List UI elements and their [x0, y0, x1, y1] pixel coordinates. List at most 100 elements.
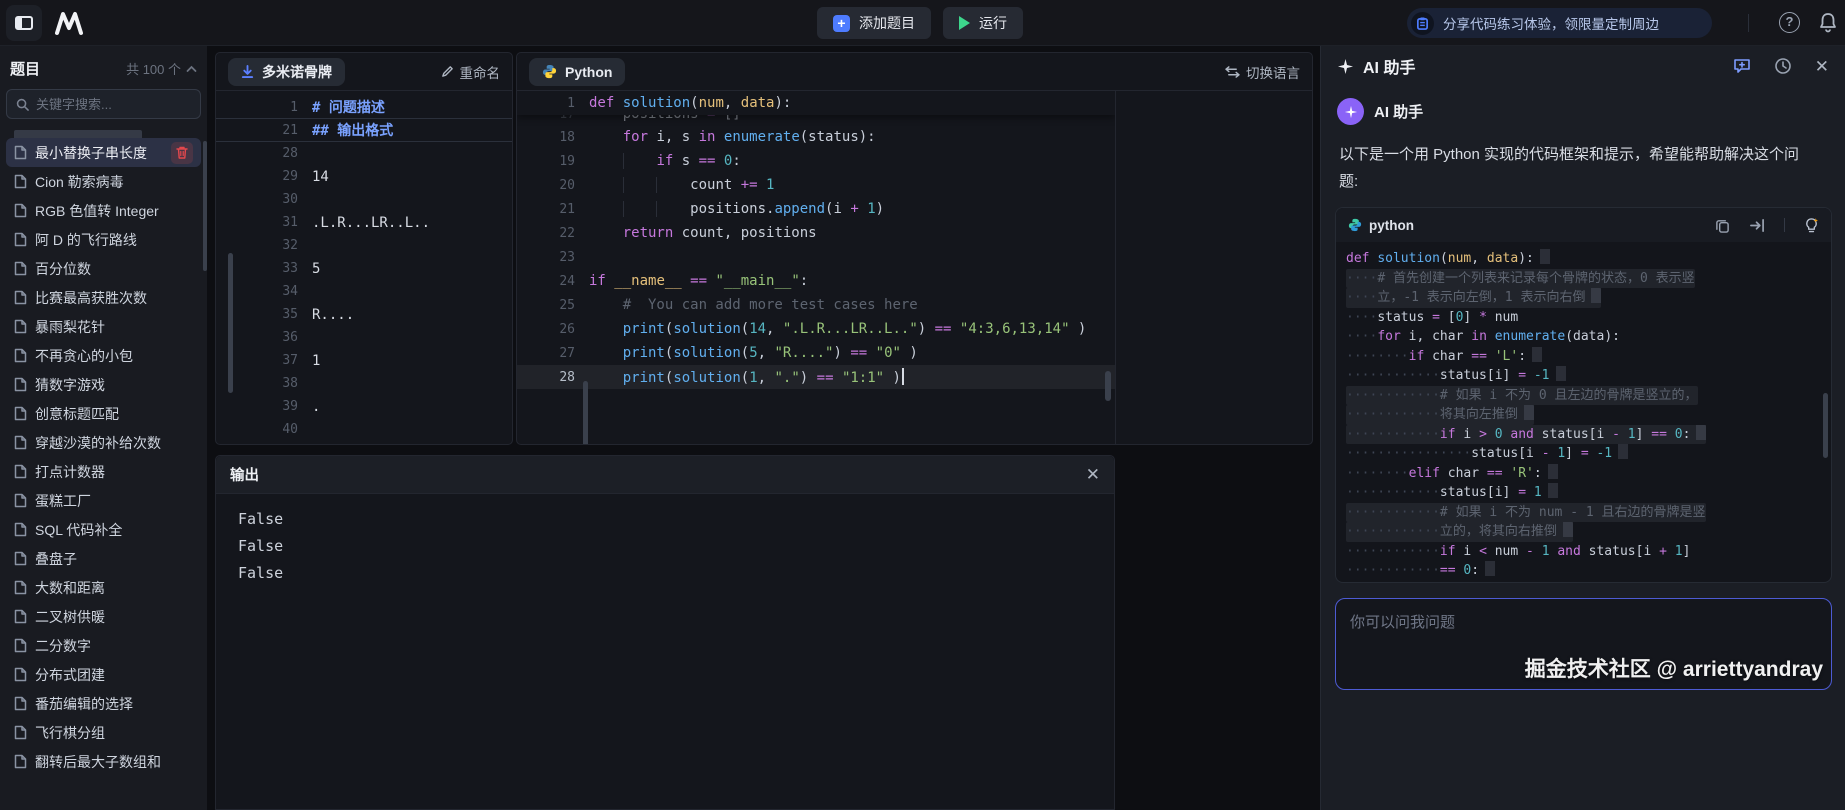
output-line: False — [238, 533, 1114, 560]
search-input[interactable] — [36, 97, 186, 112]
md-line[interactable]: 39. — [216, 395, 512, 418]
sidebar-item[interactable]: 大数和距离 — [6, 573, 201, 602]
close-ai-panel-icon[interactable]: ✕ — [1815, 58, 1829, 75]
new-chat-icon[interactable] — [1733, 57, 1751, 75]
promo-banner[interactable]: 分享代码练习体验，领限量定制周边 — [1407, 8, 1712, 38]
sidebar-item[interactable]: 穿越沙漠的补给次数 — [6, 428, 201, 457]
md-line[interactable]: 371 — [216, 349, 512, 372]
markdown-scrollbar[interactable] — [228, 253, 233, 393]
sidebar-item[interactable]: Cion 勒索病毒 — [6, 167, 201, 196]
sidebar-item[interactable]: RGB 色值转 Integer — [6, 196, 201, 225]
notifications-bell-icon[interactable] — [1818, 11, 1838, 38]
code-line[interactable]: 27 print(solution(5, "R....") == "0" ) — [517, 341, 1115, 365]
markdown-editor[interactable]: 1# 问题描述21## 输出格式2829143031.L.R...LR..L..… — [216, 91, 512, 441]
code-editor[interactable]: 1def solution(num, data): 17 positions =… — [517, 91, 1116, 444]
code-line[interactable]: 20 count += 1 — [517, 173, 1115, 197]
md-line[interactable]: 335 — [216, 257, 512, 280]
md-line[interactable]: 1# 问题描述 — [216, 96, 512, 119]
code-scrollbar[interactable] — [1105, 371, 1111, 401]
switch-language-button[interactable]: 切换语言 — [1225, 62, 1300, 82]
code-line[interactable]: 28 print(solution(1, ".") == "1:1" ) — [517, 365, 1115, 389]
ai-code-block: def solution(num, data):····# 首先创建一个列表来记… — [1336, 242, 1831, 582]
md-line[interactable]: 40 — [216, 418, 512, 441]
history-icon[interactable] — [1774, 57, 1792, 75]
sidebar-item[interactable]: 飞行棋分组 — [6, 718, 201, 747]
ai-code-scrollbar[interactable] — [1823, 393, 1828, 458]
code-line[interactable]: 21 positions.append(i + 1) — [517, 197, 1115, 221]
sidebar-item[interactable]: 百分位数 — [6, 254, 201, 283]
code-line[interactable]: 26 print(solution(14, ".L.R...LR..L..") … — [517, 317, 1115, 341]
md-line[interactable]: 36 — [216, 326, 512, 349]
sidebar-item[interactable]: 比赛最高获胜次数 — [6, 283, 201, 312]
sidebar-item[interactable]: 叠盘子 — [6, 544, 201, 573]
md-line[interactable]: 30 — [216, 188, 512, 211]
ai-chat-input[interactable] — [1336, 599, 1831, 689]
run-button[interactable]: 运行 — [943, 7, 1023, 39]
md-line[interactable]: 21## 输出格式 — [216, 119, 512, 142]
ai-line: ········if char == 'L': — [1346, 347, 1821, 367]
sidebar-item[interactable]: 二分数字 — [6, 631, 201, 660]
md-line[interactable]: 34 — [216, 280, 512, 303]
clipped-item — [14, 130, 142, 138]
search-box[interactable] — [6, 89, 201, 119]
line-number: 39 — [216, 399, 312, 414]
code-line[interactable]: 22 return count, positions — [517, 221, 1115, 245]
sidebar-item[interactable]: 最小替换子串长度 — [6, 138, 201, 167]
rename-button[interactable]: 重命名 — [441, 62, 501, 82]
python-icon — [542, 64, 557, 79]
sidebar-item-label: 飞行棋分组 — [35, 723, 193, 743]
code-line[interactable]: 19 if s == 0: — [517, 149, 1115, 173]
problem-tab[interactable]: 多米诺骨牌 — [228, 58, 345, 86]
code-lines[interactable]: 18 for i, s in enumerate(status):19 if s… — [517, 125, 1115, 389]
sidebar-scrollbar[interactable] — [203, 141, 207, 271]
copy-code-icon[interactable] — [1715, 218, 1730, 233]
md-line[interactable]: 32 — [216, 234, 512, 257]
md-line[interactable]: 28 — [216, 142, 512, 165]
language-tab[interactable]: Python — [529, 58, 625, 86]
sidebar-item[interactable]: 番茄编辑的选择 — [6, 689, 201, 718]
sidebar-item[interactable]: SQL 代码补全 — [6, 515, 201, 544]
close-output-icon[interactable]: ✕ — [1086, 466, 1100, 483]
hint-bulb-icon[interactable] — [1804, 217, 1819, 233]
sidebar-item[interactable]: 翻转后最大子数组和 — [6, 747, 201, 776]
run-label: 运行 — [979, 13, 1007, 33]
document-icon — [14, 609, 27, 624]
topbar-divider — [1748, 14, 1749, 32]
sidebar-item[interactable]: 打点计数器 — [6, 457, 201, 486]
selection-block — [1485, 561, 1495, 576]
logo-m-icon — [52, 9, 88, 37]
sidebar-item[interactable]: 猜数字游戏 — [6, 370, 201, 399]
md-line[interactable]: 2914 — [216, 165, 512, 188]
sidebar-item[interactable] — [6, 127, 201, 138]
add-problem-button[interactable]: + 添加题目 — [817, 7, 931, 39]
code-line[interactable]: 1def solution(num, data): — [517, 91, 1115, 115]
sidebar-item[interactable]: 暴雨梨花针 — [6, 312, 201, 341]
md-line[interactable]: 35R.... — [216, 303, 512, 326]
md-line[interactable]: 38 — [216, 372, 512, 395]
download-icon — [241, 65, 254, 79]
sidebar-item[interactable]: 阿 D 的飞行路线 — [6, 225, 201, 254]
delete-icon[interactable] — [171, 142, 193, 164]
code-line[interactable]: 24if __name__ == "__main__": — [517, 269, 1115, 293]
ai-line: def solution(num, data): — [1346, 249, 1821, 269]
ai-line: ············== 0: — [1346, 561, 1821, 581]
insert-code-icon[interactable] — [1749, 218, 1765, 233]
sidebar-item[interactable]: 分布式团建 — [6, 660, 201, 689]
sidebar-item[interactable]: 二叉树供暖 — [6, 602, 201, 631]
chevron-up-icon[interactable] — [186, 65, 197, 73]
help-icon[interactable]: ? — [1779, 12, 1800, 33]
md-line[interactable]: 31.L.R...LR..L.. — [216, 211, 512, 234]
icon-divider — [1784, 218, 1785, 232]
clipboard-icon — [1411, 12, 1434, 35]
code-left-scrollbar[interactable] — [583, 381, 588, 444]
ai-message: 以下是一个用 Python 实现的代码框架和提示，希望能帮助解决这个问题: — [1321, 127, 1821, 195]
sidebar-item[interactable]: 不再贪心的小包 — [6, 341, 201, 370]
code-line[interactable]: 23 — [517, 245, 1115, 269]
code-line[interactable]: 25 # You can add more test cases here — [517, 293, 1115, 317]
sidebar-item[interactable]: 创意标题匹配 — [6, 399, 201, 428]
sidebar-toggle-button[interactable] — [6, 5, 42, 41]
code-line[interactable]: 18 for i, s in enumerate(status): — [517, 125, 1115, 149]
ai-chat-input-box[interactable]: 掘金技术社区 @ arriettyandray — [1335, 598, 1832, 690]
sidebar-item[interactable]: 蛋糕工厂 — [6, 486, 201, 515]
app-logo[interactable] — [52, 9, 88, 42]
